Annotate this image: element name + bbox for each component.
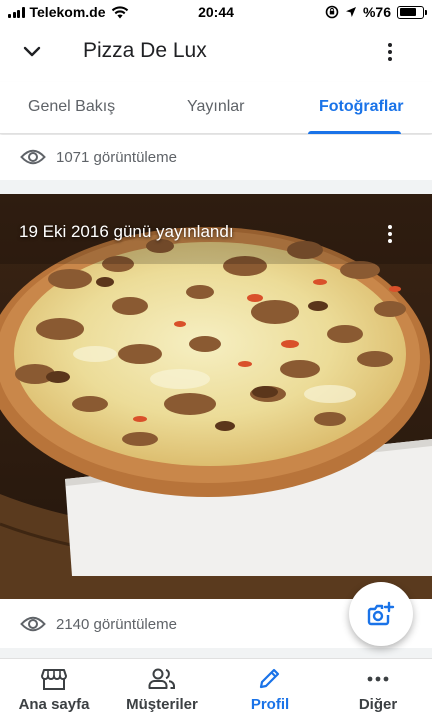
status-right: %76 — [325, 4, 427, 20]
divider — [0, 180, 432, 194]
tab-photos[interactable]: Fotoğraflar — [319, 98, 403, 116]
photo-caption: 19 Eki 2016 günü yayınlandı — [19, 222, 234, 241]
pencil-icon — [259, 668, 280, 689]
nav-customers[interactable]: Müşteriler — [108, 659, 216, 720]
page-title: Pizza De Lux — [83, 39, 207, 62]
tab-overview[interactable]: Genel Bakış — [28, 98, 115, 116]
back-button[interactable] — [22, 38, 62, 66]
people-icon — [148, 668, 175, 689]
storefront-icon — [41, 669, 67, 690]
tab-posts[interactable]: Yayınlar — [187, 98, 245, 116]
chevron-down-icon — [23, 46, 41, 57]
bottom-navigation: Ana sayfa Müşteriler Profil Diğer — [0, 658, 432, 720]
views-count: 2140 görüntüleme — [56, 615, 177, 633]
tab-active-indicator — [308, 131, 401, 134]
status-bar: Telekom.de 20:44 %76 — [0, 0, 432, 24]
views-count: 1071 görüntüleme — [56, 148, 177, 166]
photo-list[interactable]: 1071 görüntüleme 19 Eki 2016 günü yayınl… — [0, 135, 432, 658]
add-photo-icon — [367, 601, 395, 626]
nav-more-label: Diğer — [358, 696, 398, 713]
nav-profile[interactable]: Profil — [216, 659, 324, 720]
add-photo-button[interactable] — [349, 582, 413, 646]
orientation-lock-icon — [325, 5, 339, 19]
pizza-image — [0, 194, 432, 599]
eye-icon — [20, 616, 46, 632]
nav-customers-label: Müşteriler — [126, 696, 198, 713]
location-icon — [345, 7, 356, 17]
more-horiz-icon — [367, 676, 389, 682]
nav-home[interactable]: Ana sayfa — [0, 659, 108, 720]
app-bar: Pizza De Lux — [0, 24, 432, 80]
more-vert-button[interactable] — [376, 38, 404, 66]
nav-more[interactable]: Diğer — [324, 659, 432, 720]
photo-views-row: 1071 görüntüleme — [0, 135, 432, 179]
battery-icon — [397, 5, 427, 19]
divider — [0, 648, 432, 658]
pizza-photo[interactable]: 19 Eki 2016 günü yayınlandı — [0, 194, 432, 599]
eye-icon — [20, 149, 46, 165]
battery-percent: %76 — [362, 4, 391, 20]
nav-profile-label: Profil — [250, 696, 290, 713]
tab-bar: Genel Bakış Yayınlar Fotoğraflar — [0, 82, 432, 134]
nav-home-label: Ana sayfa — [18, 696, 90, 713]
photo-more-button[interactable] — [378, 222, 402, 246]
